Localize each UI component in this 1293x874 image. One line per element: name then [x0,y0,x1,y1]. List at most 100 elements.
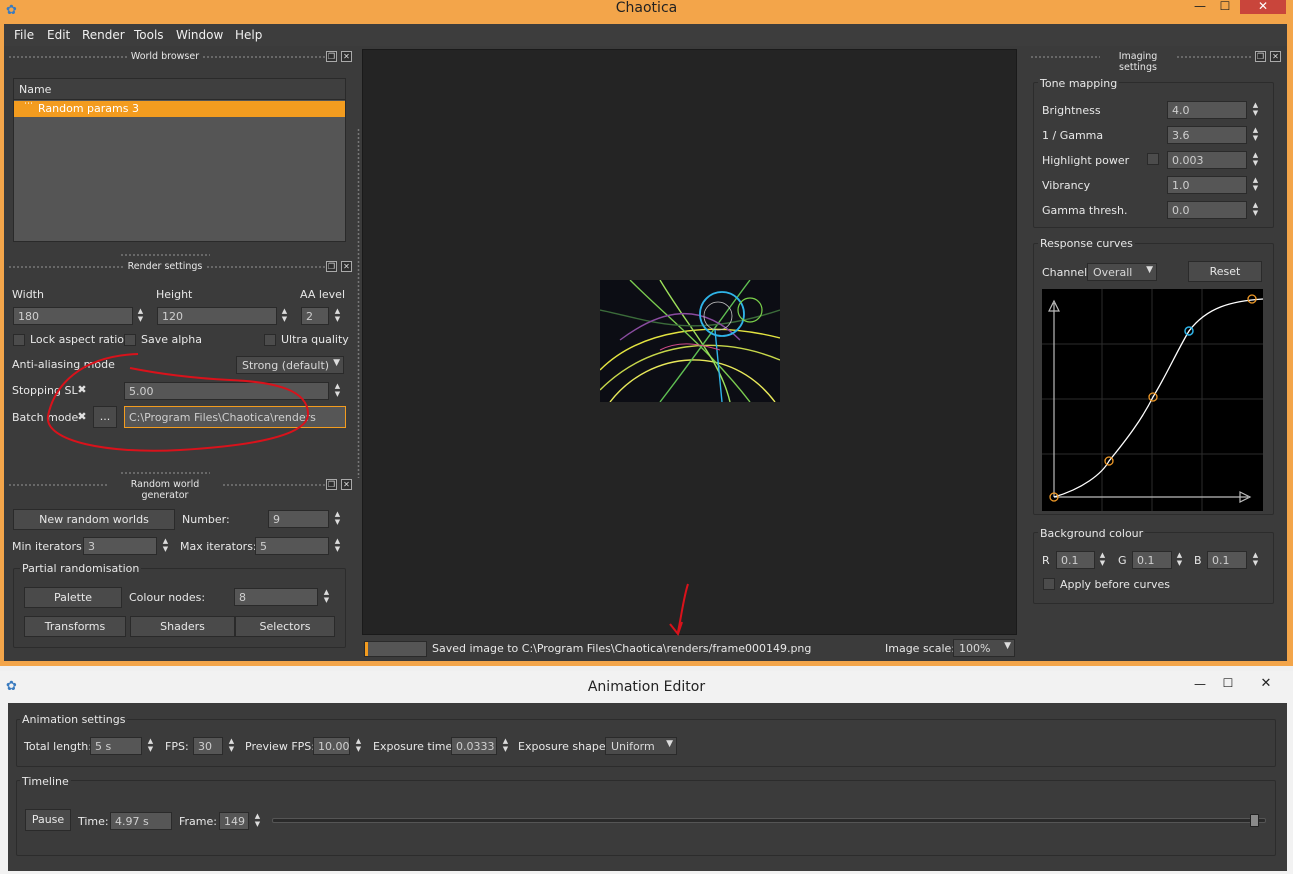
exposure-time-input[interactable]: 0.0333 s [451,737,497,755]
save-alpha-checkbox[interactable] [124,334,136,346]
float-panel-icon[interactable]: ❐ [326,261,337,272]
world-browser-title: World browser [130,51,200,62]
palette-button[interactable]: Palette [24,587,122,608]
window-title: Chaotica [615,0,678,16]
timeline-slider[interactable] [272,814,1266,827]
close-button[interactable]: ✕ [1256,676,1276,691]
minimize-button[interactable]: — [1190,677,1210,691]
aa-level-stepper[interactable]: ▲ ▼ [332,307,343,325]
max-iterators-stepper[interactable]: ▲ ▼ [332,537,343,555]
channel-select[interactable]: Overall ▼ [1087,263,1157,281]
brightness-stepper[interactable]: ▲ ▼ [1250,101,1261,119]
close-panel-icon[interactable]: ✕ [341,51,352,62]
fps-input[interactable]: 30 [193,737,223,755]
gamma-input[interactable]: 3.6 [1167,126,1247,144]
reset-curves-button[interactable]: Reset [1188,261,1262,282]
b-input[interactable]: 0.1 [1207,551,1247,569]
animation-settings-title: Animation settings [20,713,128,726]
tree-header[interactable]: Name [14,79,345,100]
float-panel-icon[interactable]: ❐ [1255,51,1266,62]
colour-nodes-stepper[interactable]: ▲ ▼ [321,588,332,606]
time-label: Time: [78,815,109,828]
gamma-thresh-input[interactable]: 0.0 [1167,201,1247,219]
shaders-button[interactable]: Shaders [130,616,235,637]
number-label: Number: [182,513,230,526]
menu-render[interactable]: Render [82,28,125,42]
float-panel-icon[interactable]: ❐ [326,51,337,62]
tree-item[interactable]: ⋯ Random params 3 [14,99,345,117]
pause-button[interactable]: Pause [25,809,71,831]
time-input[interactable]: 4.97 s [110,812,172,830]
min-iterators-input[interactable]: 3 [83,537,157,555]
maximize-button[interactable]: ☐ [1218,676,1238,690]
height-stepper[interactable]: ▲ ▼ [279,307,290,325]
gamma-stepper[interactable]: ▲ ▼ [1250,126,1261,144]
width-stepper[interactable]: ▲ ▼ [135,307,146,325]
selectors-button[interactable]: Selectors [235,616,335,637]
total-length-stepper[interactable]: ▲ ▼ [145,737,156,755]
preview-fps-stepper[interactable]: ▲ ▼ [353,737,364,755]
close-panel-icon[interactable]: ✕ [341,261,352,272]
timeline-slider-handle[interactable] [1250,814,1259,827]
r-input[interactable]: 0.1 [1056,551,1095,569]
float-panel-icon[interactable]: ❐ [326,479,337,490]
minimize-button[interactable]: — [1187,0,1213,14]
fps-stepper[interactable]: ▲ ▼ [226,737,237,755]
total-length-input[interactable]: 5 s [90,737,142,755]
highlight-power-stepper[interactable]: ▲ ▼ [1250,151,1261,169]
vibrancy-input[interactable]: 1.0 [1167,176,1247,194]
exposure-shape-select[interactable]: Uniform ▼ [605,737,677,755]
width-input[interactable]: 180 [13,307,133,325]
random-world-generator-title: Random world generator [130,479,200,501]
width-label: Width [12,288,44,301]
main-client-area: World browser ❐ ✕ Name ⋯ Random params 3… [4,46,1287,661]
brightness-input[interactable]: 4.0 [1167,101,1247,119]
preview-fps-input[interactable]: 10.00 [313,737,350,755]
column-header-name: Name [19,83,52,96]
number-input[interactable]: 9 [268,510,329,528]
g-input[interactable]: 0.1 [1132,551,1172,569]
lock-aspect-checkbox[interactable] [13,334,25,346]
highlight-power-checkbox[interactable] [1147,153,1159,165]
channel-label: Channel: [1042,266,1091,279]
colour-nodes-input[interactable]: 8 [234,588,318,606]
tone-mapping-title: Tone mapping [1038,77,1120,90]
menu-file[interactable]: File [14,28,34,42]
menu-help[interactable]: Help [235,28,262,42]
splitter-handle[interactable] [357,128,360,478]
apply-before-curves-checkbox[interactable] [1043,578,1055,590]
highlight-power-input[interactable]: 0.003 [1167,151,1247,169]
menu-edit[interactable]: Edit [47,28,70,42]
gamma-thresh-stepper[interactable]: ▲ ▼ [1250,201,1261,219]
height-label: Height [156,288,193,301]
ultra-quality-checkbox[interactable] [264,334,276,346]
aa-level-input[interactable]: 2 [301,307,329,325]
frame-stepper[interactable]: ▲ ▼ [252,812,263,830]
gamma-thresh-label: Gamma thresh. [1042,204,1128,217]
frame-input[interactable]: 149 [219,812,249,830]
maximize-button[interactable]: ☐ [1212,0,1238,14]
world-tree[interactable]: Name ⋯ Random params 3 [13,78,346,242]
close-panel-icon[interactable]: ✕ [1270,51,1281,62]
transforms-button[interactable]: Transforms [24,616,126,637]
menu-window[interactable]: Window [176,28,223,42]
b-stepper[interactable]: ▲ ▼ [1250,551,1261,569]
vibrancy-stepper[interactable]: ▲ ▼ [1250,176,1261,194]
exposure-time-stepper[interactable]: ▲ ▼ [500,737,511,755]
close-button[interactable]: ✕ [1240,0,1286,14]
menu-tools[interactable]: Tools [134,28,164,42]
partial-randomisation-title: Partial randomisation [20,562,142,575]
max-iterators-input[interactable]: 5 [255,537,329,555]
r-stepper[interactable]: ▲ ▼ [1097,551,1108,569]
new-random-worlds-button[interactable]: New random worlds [13,509,175,530]
g-stepper[interactable]: ▲ ▼ [1174,551,1185,569]
image-scale-select[interactable]: 100% ▼ [953,639,1015,657]
response-curve-editor[interactable] [1042,289,1263,511]
min-iterators-stepper[interactable]: ▲ ▼ [160,537,171,555]
fps-label: FPS: [165,740,189,753]
height-input[interactable]: 120 [157,307,277,325]
number-stepper[interactable]: ▲ ▼ [332,510,343,528]
render-viewport[interactable] [362,49,1017,635]
image-scale-label: Image scale: [885,642,955,655]
close-panel-icon[interactable]: ✕ [341,479,352,490]
